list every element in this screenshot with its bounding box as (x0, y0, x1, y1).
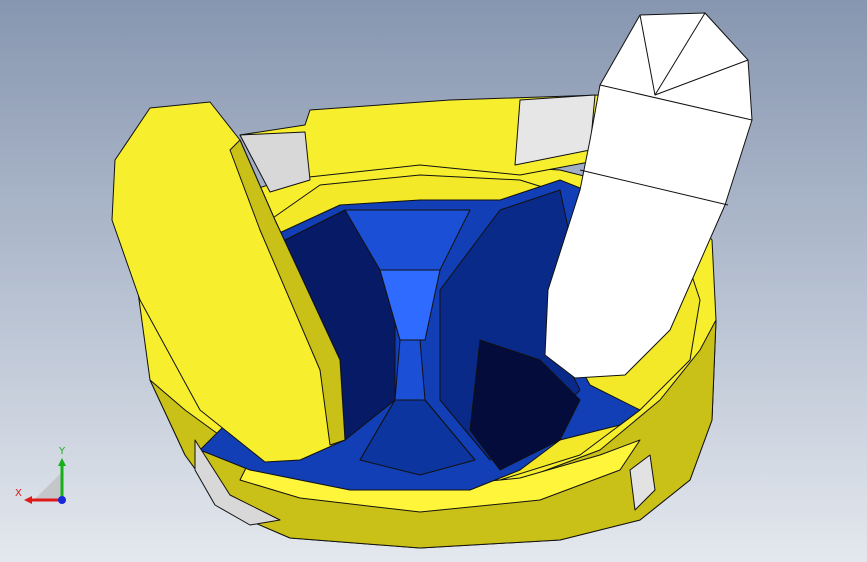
y-axis-label: Y (58, 446, 66, 457)
triad-plane (34, 472, 62, 500)
z-axis-dot (58, 496, 66, 504)
axis-triad: Y X (15, 446, 66, 504)
3d-model-scene[interactable] (0, 0, 867, 562)
y-axis-arrow-icon (58, 458, 66, 466)
3d-viewport[interactable]: Y X (0, 0, 867, 562)
x-axis-arrow-icon (24, 496, 32, 504)
x-axis-label: X (15, 488, 22, 499)
